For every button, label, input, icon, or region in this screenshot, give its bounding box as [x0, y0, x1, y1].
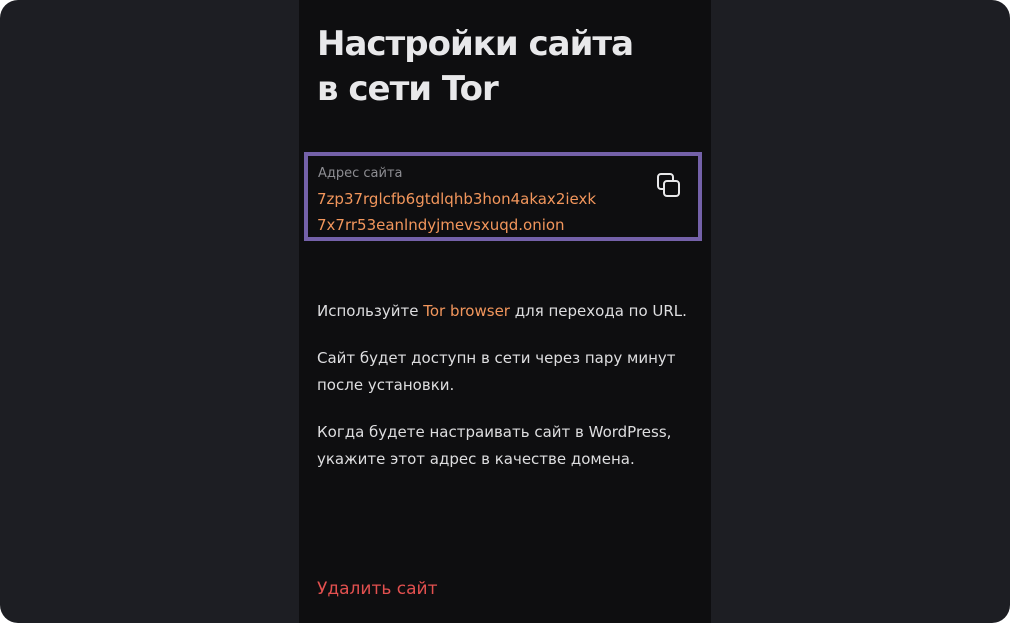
delete-site-button[interactable]: Удалить сайт: [317, 575, 438, 603]
app-window: Настройки сайта в сети Tor Адрес сайта 7…: [0, 0, 1010, 623]
site-address-value-line-1: 7zp37rglcfb6gtdlqhb3hon4akax2iexk: [317, 190, 597, 208]
instruction-wordpress-domain: Когда будете настраивать сайт в WordPres…: [317, 423, 672, 468]
instructions: Используйте Tor browser для перехода по …: [317, 298, 702, 493]
site-address-field: Адрес сайта 7zp37rglcfb6gtdlqhb3hon4akax…: [304, 152, 702, 241]
instruction-availability: Сайт будет доступн в сети через пару мин…: [317, 349, 676, 394]
tor-browser-link[interactable]: Tor browser: [423, 302, 510, 320]
instruction-tor-browser: Используйте Tor browser для перехода по …: [317, 298, 702, 325]
page-title-line-2: в сети Tor: [317, 69, 499, 109]
tor-settings-panel: Настройки сайта в сети Tor Адрес сайта 7…: [299, 0, 711, 623]
copy-icon: [657, 173, 680, 197]
copy-address-button[interactable]: [654, 171, 684, 201]
site-address-value[interactable]: 7zp37rglcfb6gtdlqhb3hon4akax2iexk 7x7rr5…: [317, 186, 596, 238]
page-title-line-1: Настройки сайта: [317, 24, 634, 64]
instruction-text: Используйте: [317, 302, 424, 320]
site-address-label: Адрес сайта: [318, 166, 403, 181]
site-address-value-line-2: 7x7rr53eanlndyjmevsxuqd.onion: [317, 216, 565, 234]
page-title: Настройки сайта в сети Tor: [317, 22, 697, 112]
instruction-text: для перехода по URL.: [509, 302, 687, 320]
